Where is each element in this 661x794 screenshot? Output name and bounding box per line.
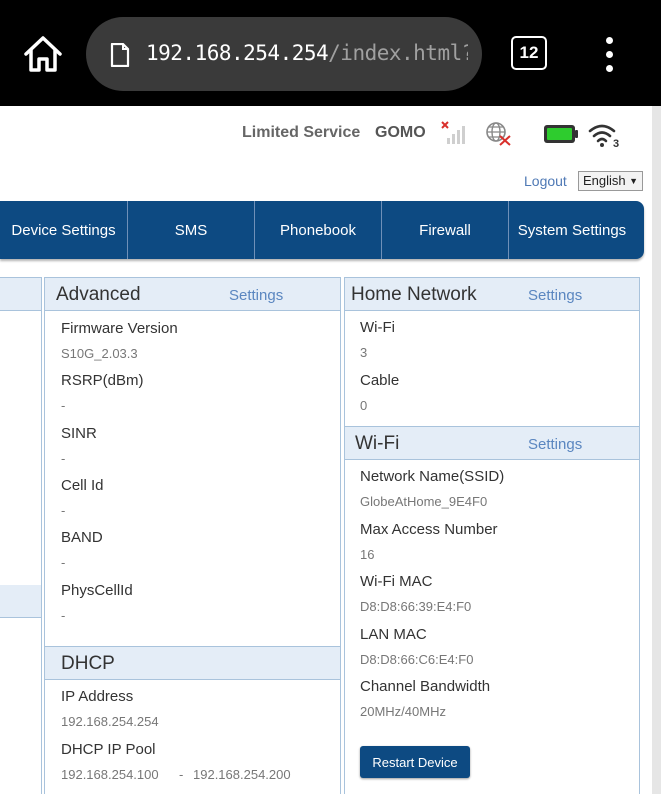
dhcp-title: DHCP: [61, 653, 115, 674]
language-value: English: [583, 173, 626, 188]
page-scrollbar[interactable]: [652, 106, 661, 794]
wifi-title: Wi-Fi: [355, 433, 400, 454]
service-status: Limited Service: [242, 124, 361, 141]
browser-toolbar: 192.168.254.254/index.html?t= 12: [0, 0, 661, 106]
advanced-settings-link[interactable]: Settings: [229, 287, 283, 304]
main-nav: Device Settings SMS Phonebook Firewall S…: [0, 201, 644, 259]
nav-device-settings[interactable]: Device Settings: [0, 201, 128, 259]
wifi-client-count: 3: [613, 138, 619, 148]
more-menu-icon[interactable]: [600, 36, 620, 72]
left-panel-header: [0, 278, 41, 311]
battery-icon: [543, 124, 579, 144]
no-signal-icon: [440, 120, 466, 146]
dhcp-pool-separator: -: [179, 767, 184, 782]
restart-device-button[interactable]: Restart Device: [360, 746, 470, 778]
ssid-label: Network Name(SSID): [360, 468, 505, 485]
firmware-label: Firmware Version: [61, 320, 178, 337]
wifi-count-label: Wi-Fi: [360, 319, 395, 336]
wifi-mac-label: Wi-Fi MAC: [360, 573, 433, 590]
home-network-settings-link[interactable]: Settings: [528, 287, 582, 304]
home-network-panel: Home Network Settings Wi-Fi 3 Cable 0: [344, 277, 640, 427]
home-icon[interactable]: [22, 34, 64, 74]
ip-address-value: 192.168.254.254: [61, 714, 159, 729]
advanced-title: Advanced: [56, 284, 141, 305]
carrier-name: GOMO: [375, 124, 426, 141]
dhcp-pool-label: DHCP IP Pool: [61, 741, 156, 758]
ssid-value: GlobeAtHome_9E4F0: [360, 494, 488, 509]
advanced-header: Advanced Settings: [45, 278, 340, 311]
wifi-panel: Wi-Fi Settings Network Name(SSID) GlobeA…: [344, 426, 640, 794]
rsrp-value: -: [61, 398, 66, 413]
band-value: -: [61, 555, 66, 570]
wifi-count-value: 3: [360, 345, 368, 360]
dhcp-panel: DHCP IP Address 192.168.254.254 DHCP IP …: [44, 646, 341, 794]
advanced-panel: Advanced Settings Firmware Version S10G_…: [44, 277, 341, 647]
max-access-value: 16: [360, 547, 375, 562]
home-network-title: Home Network: [351, 284, 477, 305]
lan-mac-value: D8:D8:66:C6:E4:F0: [360, 652, 474, 667]
home-network-header: Home Network Settings: [345, 278, 639, 311]
cable-count-value: 0: [360, 398, 368, 413]
wifi-icon: 3: [588, 122, 622, 150]
page-icon: [110, 42, 130, 68]
rsrp-label: RSRP(dBm): [61, 372, 144, 389]
cable-count-label: Cable: [360, 372, 400, 389]
logout-link[interactable]: Logout: [524, 173, 567, 189]
internet-disconnected-icon: [484, 120, 512, 146]
language-select[interactable]: English ▼: [578, 171, 643, 191]
chevron-down-icon: ▼: [629, 176, 638, 186]
nav-system-settings[interactable]: System Settings: [509, 201, 635, 259]
dhcp-pool-end: 192.168.254.200: [193, 767, 291, 782]
nav-phonebook[interactable]: Phonebook: [255, 201, 382, 259]
ip-address-label: IP Address: [61, 688, 134, 705]
dhcp-pool-start: 192.168.254.100: [61, 767, 159, 782]
physcellid-label: PhysCellId: [61, 582, 133, 599]
status-bar: Limited Service GOMO 3: [0, 118, 661, 150]
band-label: BAND: [61, 529, 103, 546]
firmware-value: S10G_2.03.3: [61, 346, 138, 361]
nav-sms[interactable]: SMS: [128, 201, 255, 259]
cell-id-value: -: [61, 503, 66, 518]
physcellid-value: -: [61, 608, 66, 623]
channel-bandwidth-label: Channel Bandwidth: [360, 678, 491, 695]
channel-bandwidth-value: 20MHz/40MHz: [360, 704, 446, 719]
wifi-mac-value: D8:D8:66:39:E4:F0: [360, 599, 472, 614]
tab-count-button[interactable]: 12: [511, 36, 547, 70]
lan-mac-label: LAN MAC: [360, 626, 427, 643]
url-text: 192.168.254.254/index.html?t=: [146, 41, 468, 65]
wifi-settings-link[interactable]: Settings: [528, 436, 582, 453]
max-access-label: Max Access Number: [360, 521, 498, 538]
wifi-header: Wi-Fi Settings: [345, 427, 639, 460]
address-bar[interactable]: 192.168.254.254/index.html?t=: [86, 17, 482, 91]
url-path: /index.html?t=: [328, 41, 468, 65]
cell-id-label: Cell Id: [61, 477, 104, 494]
nav-firewall[interactable]: Firewall: [382, 201, 509, 259]
dhcp-header: DHCP: [45, 647, 340, 680]
left-panel-clipped: [0, 277, 42, 794]
sinr-label: SINR: [61, 425, 97, 442]
url-host: 192.168.254.254: [146, 41, 329, 65]
sinr-value: -: [61, 451, 66, 466]
left-panel-subheader: [0, 585, 41, 618]
